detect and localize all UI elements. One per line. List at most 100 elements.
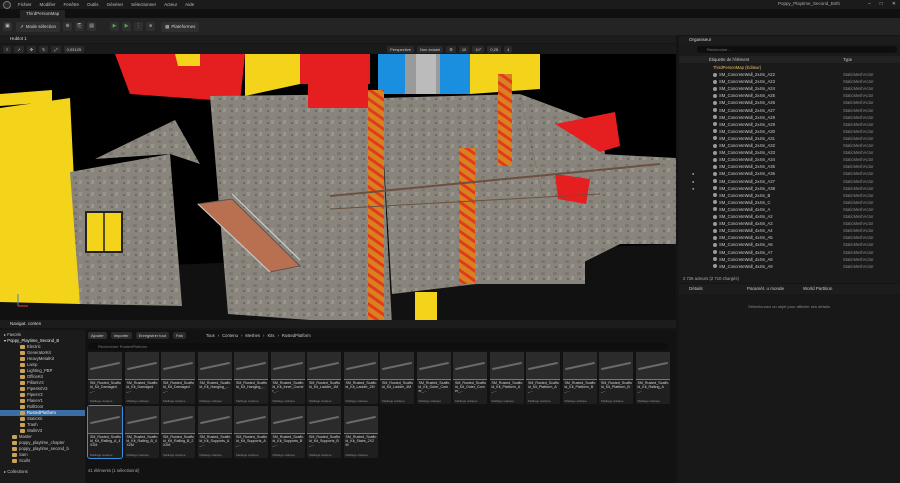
outliner-tab[interactable]: Organiseur (679, 36, 900, 44)
visibility-eye-icon[interactable]: ● (692, 178, 694, 185)
visibility-eye-icon[interactable]: ● (692, 185, 694, 192)
asset-tile[interactable]: SM_Rusted_Scaffold_Kit_Supports_A_... Mai… (234, 406, 268, 458)
asset-tile[interactable]: SM_Rusted_Scaffold_Kit_Platform_B_... Mai… (599, 352, 633, 404)
menu-tools[interactable]: Outils (83, 2, 103, 7)
asset-tile[interactable]: SM_Rusted_Scaffold_Kit_Supports_B_... Mai… (270, 406, 305, 458)
camera-speed[interactable]: 0,03125 (63, 45, 85, 53)
play-step-icon[interactable]: ▶ (122, 22, 132, 31)
level-viewport[interactable] (0, 54, 676, 320)
perspective-button[interactable]: Perspective (387, 45, 414, 53)
lighting-mode-button[interactable]: Non éclairé (417, 45, 444, 53)
breadcrumb-item[interactable]: Tous (206, 333, 215, 338)
outliner-row[interactable]: SM_ConcreteWall_2x4m_A33 StaticMeshActor (679, 149, 900, 156)
platforms-button[interactable]: ▦ Plateformes (161, 21, 200, 32)
visibility-eye-icon[interactable]: ● (692, 170, 694, 177)
grid-snap-value[interactable]: 10 (458, 45, 470, 53)
asset-tile[interactable]: SM_Rusted_Scaffold_Kit_Outer_Corner_... M… (453, 352, 487, 404)
outliner-row[interactable]: SM_ConcreteWall_2x4m_A27 StaticMeshActor (679, 107, 900, 114)
collections-header[interactable]: ▸ Collections (4, 469, 84, 475)
content-browser-tab[interactable]: Navigat. conten (0, 320, 676, 328)
outliner-row[interactable]: ● SM_ConcreteWall_2x4m_A36 StaticMeshActor (679, 170, 900, 177)
outliner-root-row[interactable]: ThirdPersonMap (Éditeur) (679, 64, 900, 71)
show-flags-button[interactable]: ⚙ (446, 45, 456, 53)
outliner-row[interactable]: SM_ConcreteWall_2x4m_C StaticMeshActor (679, 199, 900, 206)
outliner-row[interactable]: SM_ConcreteWall_2x4m_A31 StaticMeshActor (679, 135, 900, 142)
asset-tile[interactable]: SM_Rusted_Scaffold_Kit_Supports_A_... Mai… (197, 406, 232, 458)
breadcrumb-item[interactable]: Meshes (245, 333, 260, 338)
camera-speed-value[interactable]: 4 (504, 45, 513, 53)
menu-edit[interactable]: Modifier (36, 2, 60, 7)
outliner-row[interactable]: SM_ConcreteWall_4x4m_A StaticMeshActor (679, 206, 900, 213)
asset-tile[interactable]: SM_Rusted_Scaffold_Kit_Railing_B_2X2M Mai… (161, 406, 195, 458)
mode-select-button[interactable]: ➚ Mode sélection (16, 21, 61, 32)
outliner-row[interactable]: SM_ConcreteWall_2x4m_A24 StaticMeshActor (679, 85, 900, 92)
outliner-row[interactable]: SM_ConcreteWall_2x4m_A23 StaticMeshActor (679, 78, 900, 85)
details-tab[interactable]: Détails (689, 284, 703, 294)
world-settings-tab[interactable]: Paramèt. u monde (747, 284, 784, 294)
breadcrumb-item[interactable]: Contenu (222, 333, 238, 338)
menu-window[interactable]: Fenêtre (60, 2, 84, 7)
outliner-row[interactable]: SM_ConcreteWall_2x4m_A35 StaticMeshActor (679, 163, 900, 170)
play-options-icon[interactable]: ⋮ (134, 22, 144, 31)
asset-tile[interactable]: SM_Rusted_Scaffold_Kit_Supports_B_... Mai… (307, 406, 341, 458)
outliner-row[interactable]: SM_ConcreteWall_4x4m_A7 StaticMeshActor (679, 249, 900, 256)
outliner-row[interactable]: SM_ConcreteWall_2x4m_A28 StaticMeshActor (679, 114, 900, 121)
outliner-row[interactable]: SM_ConcreteWall_2x4m_A29 StaticMeshActor (679, 121, 900, 128)
asset-tile[interactable]: SM_Rusted_Scaffold_Kit_Outer_Corner_... M… (416, 352, 451, 404)
asset-tile[interactable]: SM_Rusted_Scaffold_Kit_Damaged_... Mailla… (88, 352, 122, 404)
scale-snap-value[interactable]: 0,25 (487, 45, 502, 53)
outliner-row[interactable]: SM_ConcreteWall_4x4m_A8 StaticMeshActor (679, 256, 900, 263)
play-icon[interactable]: ▶ (110, 22, 120, 31)
asset-search-input[interactable]: Rechercher RustedPlatform (88, 343, 668, 350)
outliner-row[interactable]: SM_ConcreteWall_2x4m_A30 StaticMeshActor (679, 128, 900, 135)
rotate-tool-icon[interactable]: ↻ (39, 45, 49, 53)
asset-tile[interactable]: SM_Rusted_Scaffold_Kit_Ladder_4M Maillage… (380, 352, 414, 404)
rotation-snap-value[interactable]: 10° (472, 45, 485, 53)
map-tab[interactable]: ThirdPersonMap (20, 10, 66, 18)
scale-tool-icon[interactable]: ⤢ (51, 45, 61, 53)
outliner-row[interactable]: SM_ConcreteWall_4x4m_A4 StaticMeshActor (679, 227, 900, 234)
minimize-icon[interactable]: – (868, 1, 871, 7)
asset-tile[interactable]: SM_Rusted_Scaffold_Kit_Damaged_... Mailla… (124, 352, 159, 404)
unreal-logo-icon[interactable] (3, 0, 11, 9)
menu-actor[interactable]: Acteur (160, 2, 181, 7)
breadcrumb-item[interactable]: Kits (267, 333, 274, 338)
cinematics-icon[interactable]: ▤ (87, 22, 97, 31)
outliner-row[interactable]: SM_ConcreteWall_2x4m_A22 StaticMeshActor (679, 71, 900, 78)
blueprint-icon[interactable]: ⎘ (75, 22, 85, 31)
select-tool-icon[interactable]: ➚ (14, 45, 24, 53)
fab-button[interactable]: Fab (172, 332, 186, 339)
asset-tile[interactable]: SM_Rusted_Scaffold_Kit_Stairs_2X2M Mailla… (343, 406, 378, 458)
outliner-row[interactable]: SM_ConcreteWall_4x4m_A5 StaticMeshActor (679, 234, 900, 241)
add-button[interactable]: Ajouter (88, 332, 107, 339)
asset-tile[interactable]: SM_Rusted_Scaffold_Kit_Inner_Corner_... M… (270, 352, 305, 404)
breadcrumb-item[interactable]: RustedPlatform (282, 333, 311, 338)
asset-tile[interactable]: SM_Rusted_Scaffold_Kit_Railing_A_... Mail… (635, 352, 670, 404)
viewport-menu-icon[interactable]: ≡ (3, 45, 12, 53)
maximize-icon[interactable]: □ (880, 1, 883, 7)
outliner-row[interactable]: SM_ConcreteWall_2x4m_A34 StaticMeshActor (679, 156, 900, 163)
save-all-button[interactable]: Enregistrer tout (135, 332, 169, 339)
close-icon[interactable]: ✕ (892, 1, 896, 7)
outliner-row[interactable]: SM_ConcreteWall_2x4m_A32 StaticMeshActor (679, 142, 900, 149)
outliner-row[interactable]: SM_ConcreteWall_4x4m_A6 StaticMeshActor (679, 241, 900, 248)
viewport-tab[interactable]: Hublot 1 (0, 35, 676, 43)
world-partition-tab[interactable]: World Partition (803, 284, 832, 294)
folder-item[interactable]: Sculls (0, 458, 85, 464)
asset-tile[interactable]: SM_Rusted_Scaffold_Kit_Platform_B_... Mai… (562, 352, 597, 404)
outliner-row[interactable]: SM_ConcreteWall_4x4m_A9 StaticMeshActor (679, 263, 900, 270)
outliner-row[interactable]: SM_ConcreteWall_4x4m_A2 StaticMeshActor (679, 213, 900, 220)
stop-icon[interactable]: ■ (146, 22, 156, 31)
add-actor-icon[interactable]: ⊕ (63, 22, 73, 31)
asset-tile[interactable]: SM_Rusted_Scaffold_Kit_Hanging_... Mailla… (197, 352, 232, 404)
outliner-row[interactable]: SM_ConcreteWall_2x4m_A25 StaticMeshActor (679, 92, 900, 99)
asset-tile[interactable]: SM_Rusted_Scaffold_Kit_Ladder_1M Maillage… (307, 352, 341, 404)
column-label-header[interactable]: Étiquette de l'élément (709, 56, 749, 63)
outliner-row[interactable]: SM_ConcreteWall_2x4m_A26 StaticMeshActor (679, 99, 900, 106)
asset-tile[interactable]: SM_Rusted_Scaffold_Kit_Platform_A_... Mai… (489, 352, 524, 404)
asset-tile[interactable]: SM_Rusted_Scaffold_Kit_Railing_A_4X2M Mai… (87, 405, 123, 459)
asset-tile[interactable]: SM_Rusted_Scaffold_Kit_Ladder_2M Maillage… (343, 352, 378, 404)
outliner-row[interactable]: ● SM_ConcreteWall_2x4m_A38 StaticMeshActor (679, 185, 900, 192)
outliner-row[interactable]: SM_ConcreteWall_2x4m_B StaticMeshActor (679, 192, 900, 199)
menu-help[interactable]: Aide (181, 2, 198, 7)
